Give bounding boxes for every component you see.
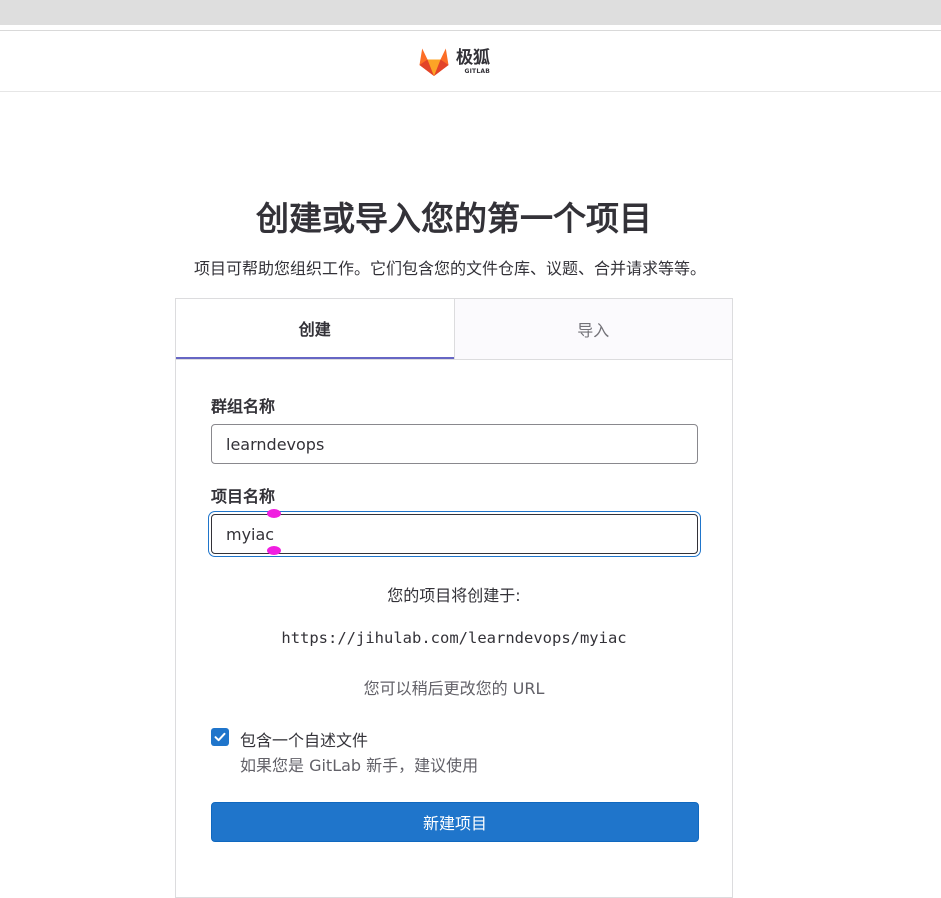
project-name-label: 项目名称	[211, 487, 276, 506]
readme-checkbox[interactable]	[211, 728, 229, 746]
readme-checkbox-label[interactable]: 包含一个自述文件	[240, 727, 368, 751]
create-project-button[interactable]: 新建项目	[211, 802, 699, 842]
logo-text-en: GITLAB	[464, 67, 490, 75]
url-change-note: 您可以稍后更改您的 URL	[363, 679, 545, 698]
tanuki-logo-icon	[419, 48, 449, 76]
create-import-tabs: 创建 导入	[176, 299, 732, 360]
top-bar: 极狐 GITLAB	[0, 31, 941, 92]
page-title: 创建或导入您的第一个项目	[256, 199, 652, 238]
group-name-label: 群组名称	[211, 397, 276, 416]
logo-wordmark: 极狐 GITLAB	[456, 47, 490, 75]
checkmark-icon	[214, 732, 226, 742]
page-subtitle: 项目可帮助您组织工作。它们包含您的文件仓库、议题、合并请求等等。	[193, 259, 706, 278]
project-name-input[interactable]	[211, 514, 698, 554]
tab-import[interactable]: 导入	[453, 299, 732, 359]
text-cursor-handle-top	[267, 509, 281, 518]
logo-text-cn: 极狐	[456, 47, 490, 68]
project-form-card: 创建 导入 群组名称 项目名称 您的项目将创建于: https://jihula…	[175, 298, 733, 898]
readme-help-text: 如果您是 GitLab 新手，建议使用	[240, 756, 479, 775]
group-name-input[interactable]	[211, 424, 698, 464]
tab-create[interactable]: 创建	[176, 299, 454, 359]
project-url: https://jihulab.com/learndevops/myiac	[281, 629, 627, 647]
url-caption: 您的项目将创建于:	[387, 586, 521, 605]
jihu-gitlab-logo[interactable]: 极狐 GITLAB	[417, 45, 490, 79]
browser-top-strip	[0, 0, 941, 25]
text-cursor-handle-bottom	[267, 546, 281, 555]
